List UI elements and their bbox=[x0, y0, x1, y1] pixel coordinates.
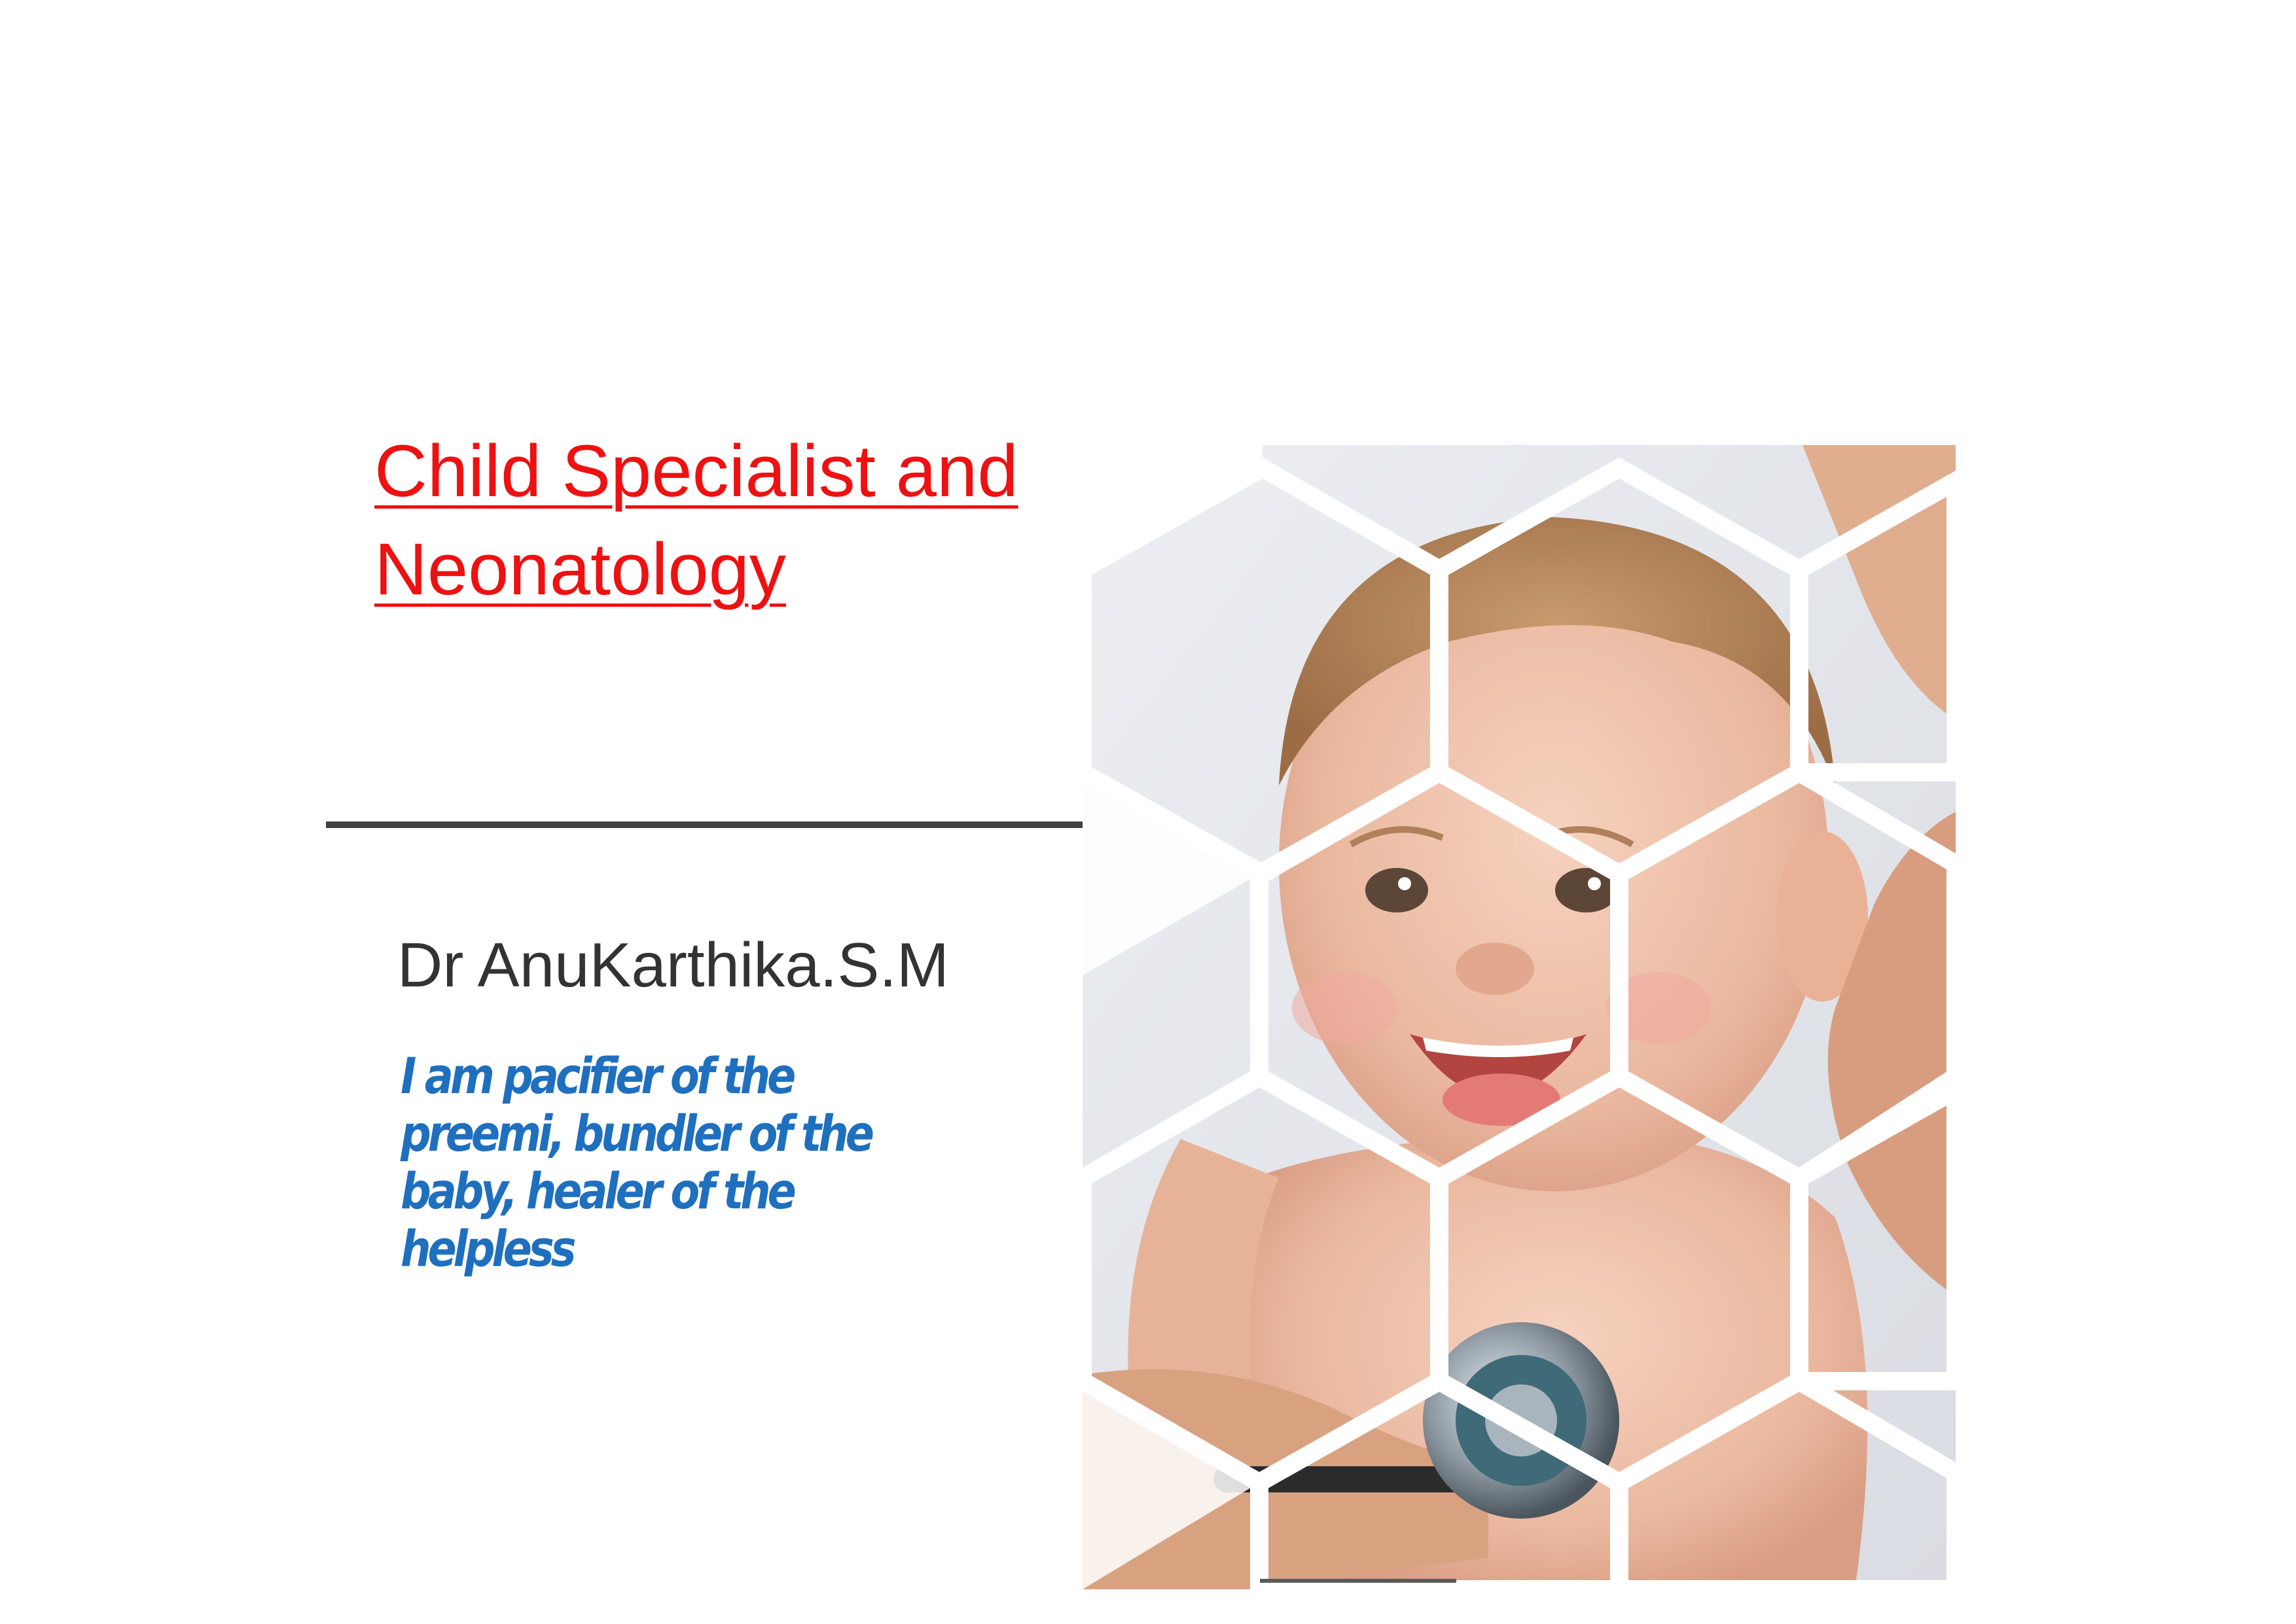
tagline-line-2: preemi, bundler of the bbox=[401, 1104, 874, 1163]
title-line-1: Child Specialist and bbox=[374, 430, 1018, 512]
page-title: Child Specialist and Neonatology bbox=[374, 422, 1094, 619]
bottom-divider bbox=[1260, 1579, 1456, 1583]
tagline-line-3: baby, healer of the bbox=[401, 1162, 797, 1220]
divider-rule bbox=[326, 821, 1083, 828]
title-line-2: Neonatology bbox=[374, 528, 786, 610]
author-name: Dr AnuKarthika.S.M bbox=[397, 930, 949, 1000]
tagline: I am pacifier of the preemi, bundler of … bbox=[401, 1047, 907, 1278]
baby-photo bbox=[1083, 445, 1956, 1589]
tagline-line-1: I am pacifier of the bbox=[401, 1047, 796, 1105]
tagline-line-4: helpless bbox=[401, 1219, 576, 1278]
baby-stethoscope-icon bbox=[1083, 445, 1956, 1589]
